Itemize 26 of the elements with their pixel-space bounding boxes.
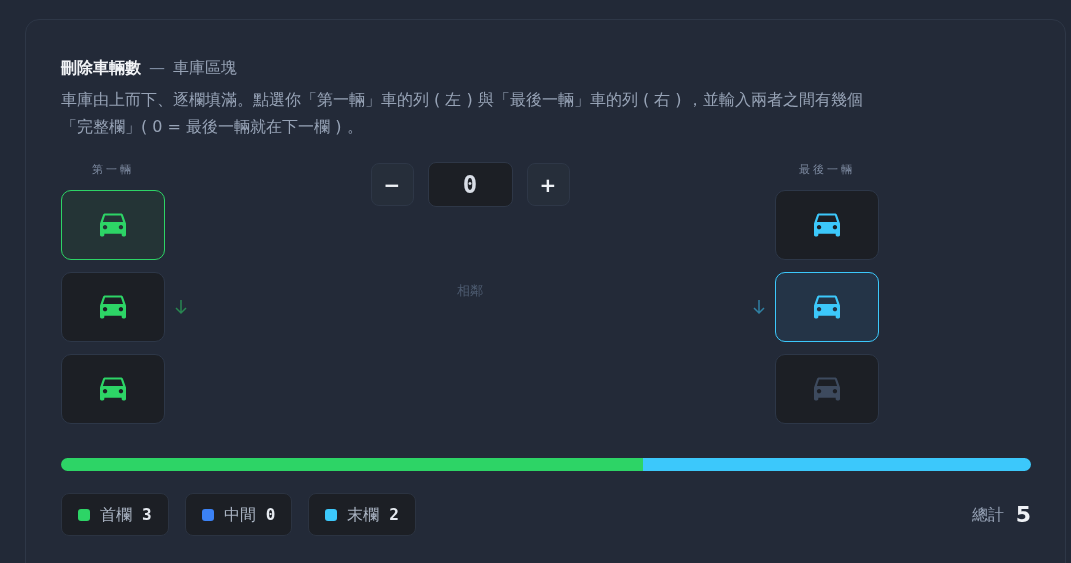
row-slot[interactable]	[61, 272, 165, 342]
row-slot[interactable]	[775, 272, 879, 342]
row-slot[interactable]	[61, 190, 165, 260]
row-slot[interactable]	[61, 354, 165, 424]
legend-label: 末欄	[347, 503, 380, 526]
legend-count: 3	[142, 503, 152, 526]
car-icon	[814, 376, 840, 402]
card-title: 刪除車輛數	[61, 57, 141, 79]
legend-count: 0	[265, 503, 276, 526]
legend-count: 2	[389, 503, 399, 526]
description: 車庫由上而下、逐欄填滿。點選你「第一輛」車的列 ( 左 ) 與「最後一輛」車的列 ( 右 ) ，並輸入兩者之間有幾個「完整欄」( 0 = 最後一輛就在下一欄 ) 。	[61, 89, 864, 138]
title-dash: —	[149, 57, 165, 79]
legend-label: 首欄	[100, 503, 132, 526]
column-label: 第一輛	[92, 162, 134, 178]
decrement-button[interactable]: −	[370, 163, 414, 206]
row-slot[interactable]	[775, 190, 879, 260]
legend-label: 中間	[223, 503, 256, 526]
down-arrow-icon	[752, 299, 766, 315]
increment-button[interactable]: +	[526, 163, 570, 206]
down-arrow-icon	[174, 299, 188, 315]
count-field[interactable]: 0	[427, 162, 513, 207]
card-subtitle: 車庫區塊	[173, 57, 237, 79]
column-label: 最後一輛	[799, 162, 855, 178]
total-value: 5	[1015, 501, 1031, 529]
adjacent-note: 相鄰	[457, 282, 483, 300]
total-label: 總計	[971, 503, 1004, 526]
